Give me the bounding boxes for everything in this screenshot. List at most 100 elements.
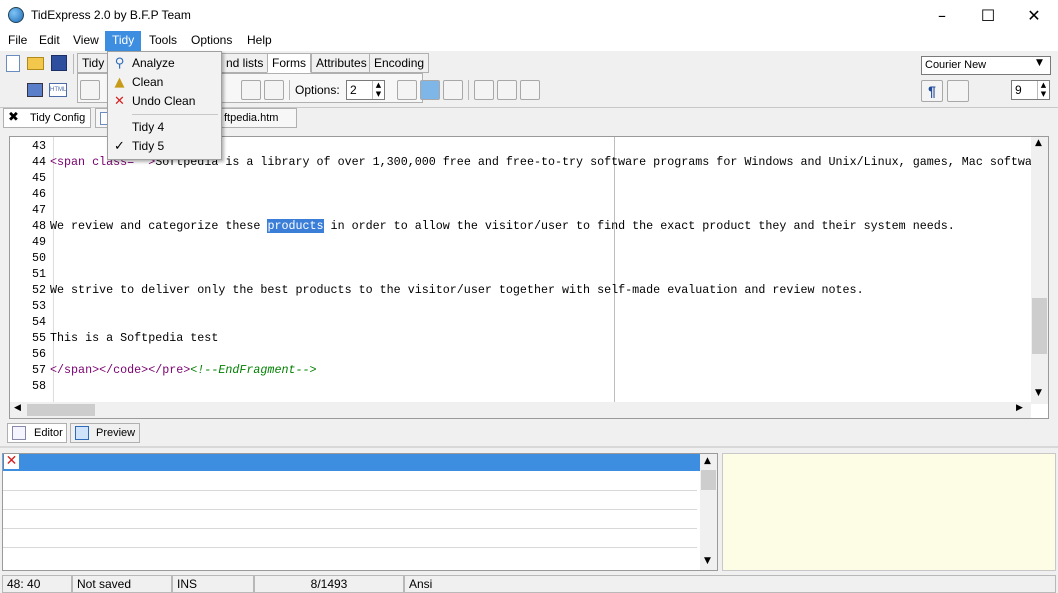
open-folder-icon[interactable] [27, 57, 44, 70]
scroll-down-icon[interactable]: ▼ [704, 556, 711, 566]
app-icon [8, 7, 24, 23]
tab-lists[interactable]: nd lists [222, 53, 269, 73]
tab-label: ftpedia.htm [224, 112, 279, 124]
list-item [3, 547, 697, 548]
menu-file[interactable]: File [1, 31, 34, 51]
margin-line [614, 137, 615, 404]
code-line: 48 We review and categorize these product… [10, 218, 955, 234]
vertical-scrollbar[interactable]: ▲ ▼ [1031, 137, 1048, 404]
indent-button[interactable] [241, 80, 261, 100]
spinner-arrows-icon[interactable]: ▲ ▼ [1037, 81, 1049, 99]
code-line: 53 [10, 298, 50, 314]
line-text: </span></code></pre><!--EndFragment--> [50, 363, 317, 377]
code-line: 57 </span></code></pre><!--EndFragment--> [10, 362, 317, 378]
tab-label: Tidy Config [30, 112, 86, 124]
close-button[interactable]: ✕ [1011, 0, 1057, 31]
wrap-icon[interactable] [947, 80, 969, 102]
tab-preview[interactable]: Preview [70, 423, 140, 443]
chevron-down-icon: ▼ [1036, 58, 1043, 68]
broom-icon: ▲ [114, 75, 125, 90]
line-number: 58 [31, 379, 46, 393]
close-icon[interactable]: ✕ [4, 454, 19, 469]
scroll-right-icon[interactable]: ▶ [1016, 403, 1023, 413]
spinner-arrows-icon[interactable]: ▲ ▼ [372, 81, 384, 99]
font-select[interactable]: Courier New ▼ [921, 56, 1051, 75]
menu-options[interactable]: Options [184, 31, 239, 51]
checkmark-icon: ✓ [114, 139, 125, 154]
refresh-button[interactable] [420, 80, 440, 100]
list-item [3, 528, 697, 529]
x-icon: ✕ [114, 94, 125, 109]
vertical-scrollbar[interactable]: ▲ ▼ [700, 454, 717, 570]
line-number: 46 [31, 187, 46, 201]
window-title: TidExpress 2.0 by B.F.P Team [31, 8, 191, 22]
scroll-down-icon[interactable]: ▼ [1035, 388, 1042, 398]
code-editor[interactable]: 43 44 <span class="">Softpedia is a librar… [9, 136, 1049, 419]
ruler-icon[interactable] [520, 80, 540, 100]
font-size-spinner[interactable]: 9 ▲ ▼ [1011, 80, 1050, 100]
options-spinner[interactable]: 2 ▲ ▼ [346, 80, 385, 100]
scroll-thumb[interactable] [701, 470, 716, 490]
paragraph-icon[interactable]: ¶ [921, 80, 943, 102]
menu-tools[interactable]: Tools [142, 31, 184, 51]
insert-button[interactable] [397, 80, 417, 100]
line-number: 49 [31, 235, 46, 249]
maximize-button[interactable]: ☐ [965, 0, 1011, 31]
menu-item-undo-clean[interactable]: ✕ Undo Clean [108, 92, 221, 111]
new-file-icon[interactable] [6, 55, 20, 72]
menu-help[interactable]: Help [240, 31, 279, 51]
line-number: 57 [31, 363, 46, 377]
splitter[interactable] [0, 446, 1058, 448]
scroll-up-icon[interactable]: ▲ [704, 456, 711, 466]
code-line: 43 [10, 138, 50, 154]
scroll-thumb[interactable] [27, 404, 95, 416]
code-line: 55 This is a Softpedia test [10, 330, 218, 346]
attach-icon[interactable] [474, 80, 494, 100]
message-list[interactable]: ✕ ▲ ▼ [2, 453, 718, 571]
line-number: 45 [31, 171, 46, 185]
tab-encoding[interactable]: Encoding [369, 53, 430, 73]
code-line: 50 [10, 250, 50, 266]
menu-item-tidy5[interactable]: ✓ Tidy 5 [108, 137, 221, 156]
line-number: 56 [31, 347, 46, 361]
menu-view[interactable]: View [66, 31, 106, 51]
tab-tidy[interactable]: Tidy [77, 53, 110, 73]
code-line: 58 [10, 378, 50, 394]
tab-editor[interactable]: Editor [7, 423, 67, 443]
tab-forms[interactable]: Forms [267, 53, 311, 73]
status-position: 48: 40 [2, 575, 72, 593]
horizontal-scrollbar[interactable]: ◀ ▶ [10, 402, 1031, 418]
scroll-left-icon[interactable]: ◀ [14, 403, 21, 413]
menu-edit[interactable]: Edit [32, 31, 67, 51]
tools-icon: ✖ [8, 110, 19, 125]
code-line: 49 [10, 234, 50, 250]
minimize-button[interactable]: – [919, 0, 965, 31]
menu-item-tidy4[interactable]: Tidy 4 [108, 118, 221, 137]
menu-tidy[interactable]: Tidy [105, 31, 142, 51]
format-button[interactable] [80, 80, 100, 100]
code-line: 52 We strive to deliver only the best pro… [10, 282, 864, 298]
tab-attributes[interactable]: Attributes [311, 53, 372, 73]
html-comment: <!--EndFragment--> [190, 363, 317, 377]
scroll-up-icon[interactable]: ▲ [1035, 138, 1042, 148]
line-number: 55 [31, 331, 46, 345]
windows-icon[interactable] [27, 83, 43, 97]
menu-item-analyze[interactable]: ⚲ Analyze [108, 54, 221, 73]
line-text: We strive to deliver only the best produ… [50, 283, 864, 297]
input-field-icon[interactable] [497, 80, 517, 100]
save-icon[interactable] [51, 55, 67, 71]
line-text: This is a Softpedia test [50, 331, 219, 345]
tab-tidy-config[interactable]: ✖ Tidy Config [3, 108, 91, 128]
outdent-button[interactable] [264, 80, 284, 100]
export-button[interactable] [443, 80, 463, 100]
line-number: 43 [31, 139, 46, 153]
menu-item-clean[interactable]: ▲ Clean [108, 73, 221, 92]
line-number: 53 [31, 299, 46, 313]
toolbar-separator [73, 54, 74, 74]
scroll-thumb[interactable] [1032, 298, 1047, 354]
tab-label: Preview [96, 427, 136, 439]
html-icon[interactable]: HTML [49, 83, 67, 97]
options-value: 2 [350, 83, 357, 97]
notes-panel[interactable] [722, 453, 1056, 571]
status-mode: INS [172, 575, 254, 593]
